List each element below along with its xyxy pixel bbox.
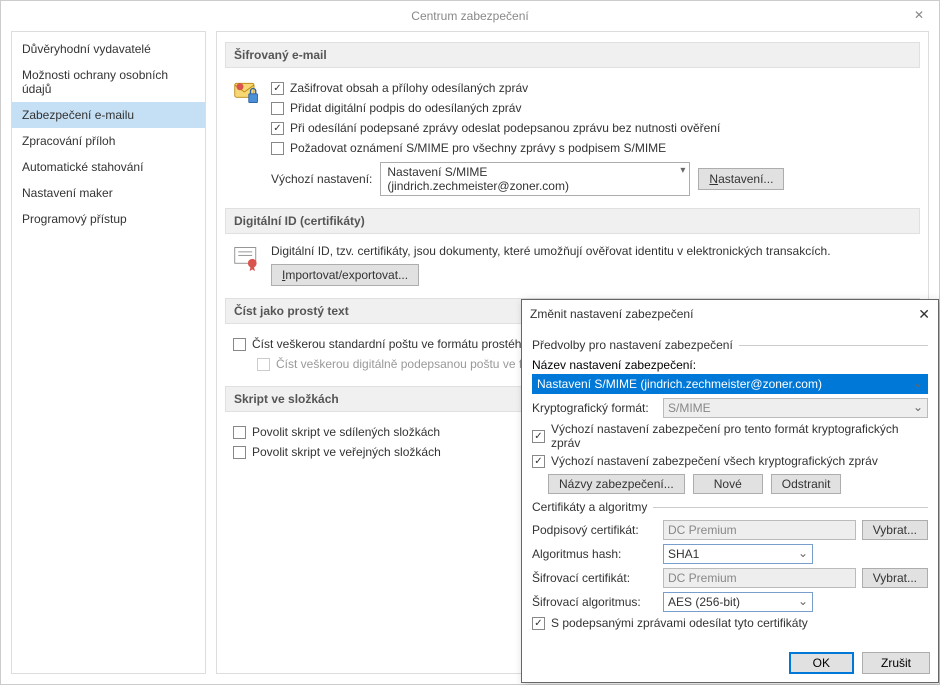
close-icon[interactable]: ✕ <box>918 306 930 323</box>
sidebar-item-download[interactable]: Automatické stahování <box>12 154 205 180</box>
default-settings-label: Výchozí nastavení: <box>271 172 372 186</box>
window-title: Centrum zabezpečení <box>411 9 528 23</box>
cb-receipt[interactable]: Požadovat oznámení S/MIME pro všechny zp… <box>271 138 912 158</box>
sidebar-item-attachments[interactable]: Zpracování příloh <box>12 128 205 154</box>
dialog-title-text: Změnit nastavení zabezpečení <box>530 307 693 321</box>
checkbox-icon <box>257 358 270 371</box>
security-settings-dialog: Změnit nastavení zabezpečení ✕ Předvolby… <box>521 299 939 683</box>
checkbox-icon: ✓ <box>271 82 284 95</box>
cb-cleartext[interactable]: ✓ Při odesílání podepsané zprávy odeslat… <box>271 118 912 138</box>
name-label: Název nastavení zabezpečení: <box>532 358 928 372</box>
sidebar: Důvěryhodní vydavatelé Možnosti ochrany … <box>11 31 206 674</box>
cancel-button[interactable]: Zrušit <box>862 652 930 674</box>
settings-button[interactable]: Nastavení... <box>698 168 784 190</box>
trust-center-window: Centrum zabezpečení ✕ Důvěryhodní vydava… <box>0 0 940 685</box>
group-prefs-label: Předvolby pro nastavení zabezpečení <box>532 338 928 352</box>
choose-sign-cert-button[interactable]: Vybrat... <box>862 520 928 540</box>
checkbox-icon <box>233 426 246 439</box>
sidebar-item-publishers[interactable]: Důvěryhodní vydavatelé <box>12 36 205 62</box>
enc-cert-field: DC Premium <box>663 568 856 588</box>
enc-cert-label: Šifrovací certifikát: <box>532 571 657 585</box>
sidebar-item-privacy[interactable]: Možnosti ochrany osobních údajů <box>12 62 205 102</box>
cb-script-shared-label: Povolit skript ve sdílených složkách <box>252 425 440 439</box>
section-digitalid-body: Digitální ID, tzv. certifikáty, jsou dok… <box>225 240 920 296</box>
enc-alg-select[interactable]: AES (256-bit) <box>663 592 813 612</box>
hash-alg-label: Algoritmus hash: <box>532 547 657 561</box>
settings-name-combo[interactable]: Nastavení S/MIME (jindrich.zechmeister@z… <box>532 374 928 394</box>
section-encrypted-body: ✓ Zašifrovat obsah a přílohy odesílaných… <box>225 74 920 206</box>
hash-alg-select[interactable]: SHA1 <box>663 544 813 564</box>
cb-default-format[interactable]: ✓ Výchozí nastavení zabezpečení pro tent… <box>532 422 928 450</box>
ok-button[interactable]: OK <box>789 652 854 674</box>
dialog-body: Předvolby pro nastavení zabezpečení Náze… <box>522 328 938 644</box>
checkbox-icon: ✓ <box>532 455 545 468</box>
security-labels-button[interactable]: Názvy zabezpečení... <box>548 474 685 494</box>
checkbox-icon: ✓ <box>532 617 545 630</box>
default-settings-select[interactable]: Nastavení S/MIME (jindrich.zechmeister@z… <box>380 162 690 196</box>
checkbox-icon <box>271 142 284 155</box>
sign-cert-label: Podpisový certifikát: <box>532 523 657 537</box>
dialog-titlebar: Změnit nastavení zabezpečení ✕ <box>522 300 938 328</box>
section-encrypted-header: Šifrovaný e-mail <box>225 42 920 68</box>
checkbox-icon <box>233 446 246 459</box>
cb-receipt-label: Požadovat oznámení S/MIME pro všechny zp… <box>290 141 666 155</box>
checkbox-icon <box>233 338 246 351</box>
cb-default-all[interactable]: ✓ Výchozí nastavení zabezpečení všech kr… <box>532 454 928 468</box>
sign-cert-field: DC Premium <box>663 520 856 540</box>
close-icon[interactable]: ✕ <box>905 5 933 25</box>
crypto-format-select: S/MIME <box>663 398 928 418</box>
cb-send-certs[interactable]: ✓ S podepsanými zprávami odesílat tyto c… <box>532 616 928 630</box>
dialog-footer: OK Zrušit <box>522 644 938 682</box>
cb-sign-label: Přidat digitální podpis do odesílaných z… <box>290 101 521 115</box>
envelope-lock-icon <box>233 78 261 106</box>
import-export-button[interactable]: Importovat/exportovat... <box>271 264 419 286</box>
new-button[interactable]: Nové <box>693 474 763 494</box>
certificate-icon <box>233 244 261 272</box>
cb-script-public-label: Povolit skript ve veřejných složkách <box>252 445 441 459</box>
cb-encrypt[interactable]: ✓ Zašifrovat obsah a přílohy odesílaných… <box>271 78 912 98</box>
choose-enc-cert-button[interactable]: Vybrat... <box>862 568 928 588</box>
cb-cleartext-label: Při odesílání podepsané zprávy odeslat p… <box>290 121 720 135</box>
section-digitalid-header: Digitální ID (certifikáty) <box>225 208 920 234</box>
cb-default-all-label: Výchozí nastavení zabezpečení všech kryp… <box>551 454 878 468</box>
titlebar: Centrum zabezpečení ✕ <box>1 1 939 31</box>
checkbox-icon: ✓ <box>532 430 545 443</box>
crypto-format-label: Kryptografický formát: <box>532 401 657 415</box>
checkbox-icon: ✓ <box>271 122 284 135</box>
checkbox-icon <box>271 102 284 115</box>
enc-alg-label: Šifrovací algoritmus: <box>532 595 657 609</box>
cb-sign[interactable]: Přidat digitální podpis do odesílaných z… <box>271 98 912 118</box>
delete-button[interactable]: Odstranit <box>771 474 842 494</box>
digitalid-desc: Digitální ID, tzv. certifikáty, jsou dok… <box>271 244 912 258</box>
group-certs-label: Certifikáty a algoritmy <box>532 500 928 514</box>
cb-send-certs-label: S podepsanými zprávami odesílat tyto cer… <box>551 616 808 630</box>
sidebar-item-email-security[interactable]: Zabezpečení e-mailu <box>12 102 205 128</box>
cb-read-plain-label: Číst veškerou standardní poštu ve formát… <box>252 337 558 351</box>
cb-default-format-label: Výchozí nastavení zabezpečení pro tento … <box>551 422 928 450</box>
sidebar-item-programmatic[interactable]: Programový přístup <box>12 206 205 232</box>
sidebar-item-macros[interactable]: Nastavení maker <box>12 180 205 206</box>
cb-encrypt-label: Zašifrovat obsah a přílohy odesílaných z… <box>290 81 528 95</box>
